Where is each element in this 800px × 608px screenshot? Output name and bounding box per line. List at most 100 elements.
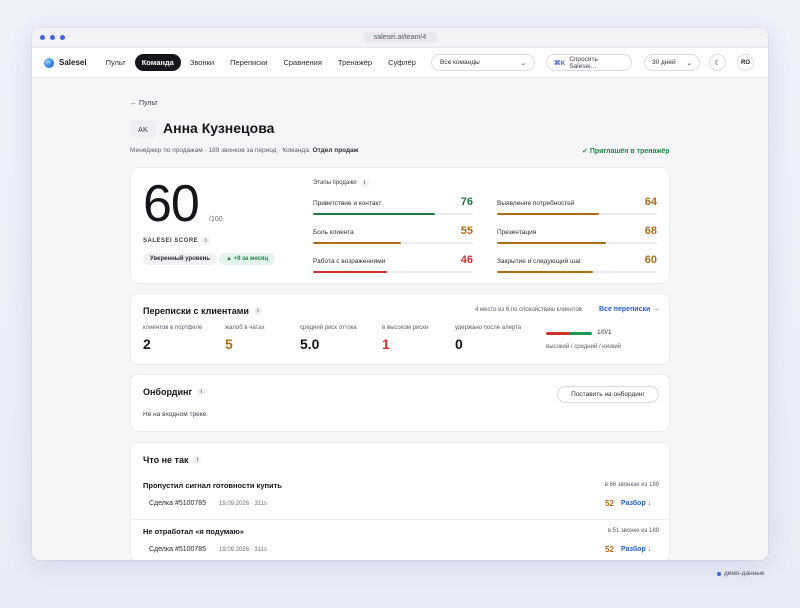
score-label: SALESEI SCORE i <box>143 237 211 245</box>
theme-toggle-button[interactable]: ☾ <box>709 54 726 71</box>
brand-logo-icon <box>44 57 54 68</box>
stage-progress-fill <box>497 271 593 273</box>
nav-menu: Пульт Команда Звонки Переписки Сравнения… <box>99 54 423 71</box>
stage-score: 76 <box>460 196 473 208</box>
window-controls[interactable] <box>40 35 65 40</box>
issue-count: в 66 звонках из 189 <box>604 482 659 488</box>
page-title: Анна Кузнецова <box>163 120 275 136</box>
metric-label: в высоком риске <box>382 325 429 331</box>
metric-churn-risk: средний риск оттока 5.0 <box>300 325 357 352</box>
stage-progress-fill <box>497 213 600 215</box>
nav-item-trainer[interactable]: Тренажёр <box>331 54 379 71</box>
metric-label: жалоб в чатах <box>225 325 265 331</box>
issue-title: Пропустил сигнал готовности купить <box>143 481 282 490</box>
window-dot-minimize[interactable] <box>50 35 55 40</box>
info-icon[interactable]: i <box>197 388 206 396</box>
metric-portfolio: клиентов в портфеле 2 <box>143 325 202 352</box>
metric-value: 1 <box>382 336 390 352</box>
brand-name: Salesei <box>59 58 87 67</box>
stage-progress-fill <box>313 242 401 244</box>
stage-name: Работа с возражениями <box>313 258 386 265</box>
url-bar[interactable]: salesei.ai/team/4 <box>363 32 437 43</box>
stage-score: 46 <box>460 254 473 266</box>
info-icon[interactable]: i <box>360 179 369 187</box>
nav-item-team[interactable]: Команда <box>134 54 181 71</box>
chevron-down-icon: ⌄ <box>686 59 692 67</box>
window-dot-close[interactable] <box>40 35 45 40</box>
delta-badge: ▲ +9 за месяц <box>219 253 276 265</box>
chats-title-text: Переписки с клиентами <box>143 306 249 316</box>
metric-value: 2 <box>143 336 151 352</box>
stage-progress-fill <box>497 242 606 244</box>
stage-name: Выявление потребностей <box>497 200 575 207</box>
ask-assistant-label: Спросить Salesei… <box>569 55 598 70</box>
ask-assistant-button[interactable]: ⌘K Спросить Salesei… <box>546 54 632 71</box>
brand[interactable]: Salesei <box>44 57 87 68</box>
info-icon[interactable]: i <box>193 456 202 464</box>
chevron-down-icon: ⌄ <box>520 59 526 67</box>
nav-item-dashboard[interactable]: Пульт <box>99 54 133 71</box>
stage-needs[interactable]: Выявление потребностей 64 <box>497 194 657 218</box>
issue-deal-row[interactable]: Сделка #5100785 19.09.2026 · 311s 52 Раз… <box>143 498 659 512</box>
stages-title: Этапы продажи i <box>313 179 369 187</box>
divider <box>131 519 671 520</box>
stage-presentation[interactable]: Презентация 68 <box>497 223 657 247</box>
stage-progress-track <box>497 242 657 244</box>
start-onboarding-button[interactable]: Поставить на онбординг <box>557 386 659 403</box>
issue-item: Не отработал «я подумаю» в 51 звонке из … <box>143 527 659 558</box>
nav-item-prompter[interactable]: Суфлёр <box>381 54 423 71</box>
stage-progress-track <box>313 242 473 244</box>
invited-status-label: Приглашён в тренажёр <box>589 148 670 155</box>
stage-pain[interactable]: Боль клиента 55 <box>313 223 473 247</box>
browser-titlebar: salesei.ai/team/4 <box>32 28 768 48</box>
risk-distribution-bar <box>546 332 592 335</box>
status-dot-icon <box>717 571 721 576</box>
issue-count: в 51 звонке из 189 <box>607 528 659 534</box>
deal-id: Сделка #5100785 <box>149 500 207 507</box>
team-select-value: Все команды <box>440 59 480 66</box>
nav-item-comparisons[interactable]: Сравнения <box>276 54 328 71</box>
metric-value: 5 <box>225 336 233 352</box>
window-dot-maximize[interactable] <box>60 35 65 40</box>
metric-high-risk: в высоком риске 1 <box>382 325 428 352</box>
team-select[interactable]: Все команды ⌄ <box>431 54 535 71</box>
user-avatar[interactable]: RO <box>737 54 754 71</box>
info-icon[interactable]: i <box>202 237 211 245</box>
score-max: /100 <box>209 216 223 223</box>
moon-icon: ☾ <box>714 59 721 67</box>
app-window: salesei.ai/team/4 Salesei Пульт Команда … <box>32 28 768 560</box>
score-label-text: SALESEI SCORE <box>143 238 199 244</box>
metric-label: клиентов в портфеле <box>143 325 203 331</box>
stage-score: 55 <box>460 225 473 237</box>
stage-closing[interactable]: Закрытие и следующий шаг 60 <box>497 252 657 276</box>
info-icon[interactable]: i <box>253 307 262 315</box>
all-chats-link[interactable]: Все переписки → <box>599 306 659 313</box>
level-badge: Уверенный уровень <box>143 253 218 265</box>
shortcut-hint: ⌘K <box>554 59 566 67</box>
invited-status: ✓ Приглашён в тренажёр <box>582 147 670 155</box>
metric-label: средний риск оттока <box>300 325 357 331</box>
stage-objections[interactable]: Работа с возражениями 46 <box>313 252 473 276</box>
deal-meta: 19.09.2026 · 311s <box>219 547 267 553</box>
issues-card: Что не так i Пропустил сигнал готовности… <box>130 442 671 560</box>
deal-score: 52 <box>605 499 614 508</box>
issue-deal-row[interactable]: Сделка #5100785 19.09.2026 · 311s 52 Раз… <box>143 544 659 558</box>
stage-score: 64 <box>644 196 657 208</box>
nav-item-calls[interactable]: Звонки <box>183 54 221 71</box>
onboarding-title-text: Онбординг <box>143 387 193 397</box>
stage-greeting[interactable]: Приветствие и контакт 76 <box>313 194 473 218</box>
review-link[interactable]: Разбор ↓ <box>621 546 651 553</box>
review-link[interactable]: Разбор ↓ <box>621 500 651 507</box>
stage-score: 68 <box>644 225 657 237</box>
demo-data-label: демо-данные <box>724 570 765 577</box>
nav-item-chats[interactable]: Переписки <box>223 54 274 71</box>
period-select-value: 30 дней <box>652 59 676 66</box>
metric-complaints: жалоб в чатах 5 <box>225 325 265 352</box>
stage-progress-track <box>313 213 473 215</box>
stage-name: Приветствие и контакт <box>313 200 382 207</box>
person-initials-avatar: AK <box>130 120 156 138</box>
back-link[interactable]: ← Пульт <box>130 100 158 107</box>
deal-id: Сделка #5100785 <box>149 546 207 553</box>
risk-counts: 1/0/1 <box>597 329 612 336</box>
period-select[interactable]: 30 дней ⌄ <box>644 54 700 71</box>
